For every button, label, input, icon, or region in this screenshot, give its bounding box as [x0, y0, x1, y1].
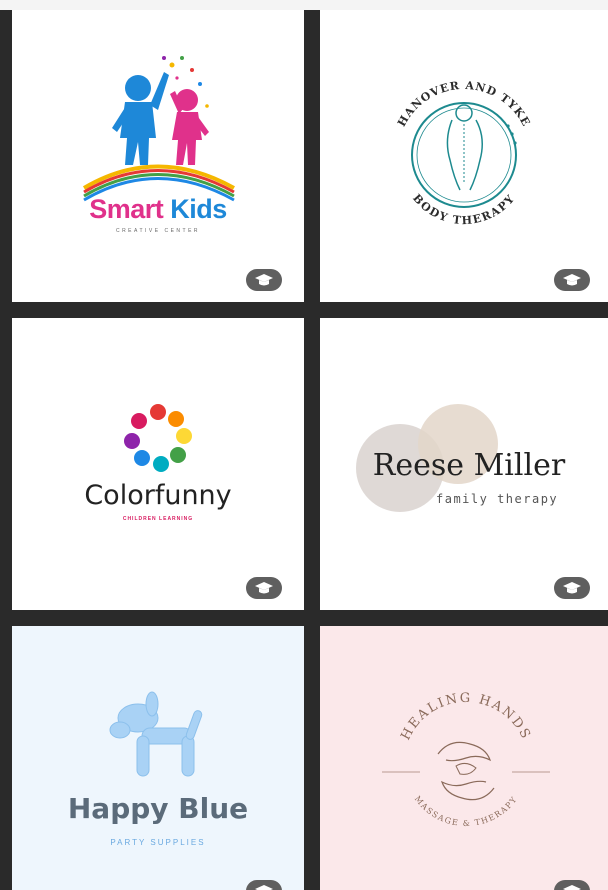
- colorfunny-tagline: CHILDREN LEARNING: [122, 516, 194, 522]
- smart-kids-brand: Smart Kids: [12, 194, 304, 225]
- hanover-bottom-arc: BODY THERAPY: [410, 192, 516, 228]
- graduation-cap-icon: [563, 582, 581, 594]
- course-badge[interactable]: [554, 880, 590, 890]
- healing-hands-arc-text: HEALING HANDS MASSAGE & THERAPY: [398, 691, 533, 828]
- template-card-reese-miller[interactable]: Reese Miller family therapy: [320, 318, 608, 610]
- top-strip: [0, 0, 608, 10]
- course-badge[interactable]: [554, 577, 590, 599]
- balloon-dog-icon: [109, 691, 203, 777]
- happy-blue-tagline: PARTY SUPPLIES: [110, 838, 206, 847]
- svg-text:HEALING HANDS: HEALING HANDS: [398, 691, 533, 743]
- template-card-happy-blue[interactable]: Happy Blue PARTY SUPPLIES: [12, 626, 304, 890]
- svg-text:MASSAGE & THERAPY: MASSAGE & THERAPY: [413, 794, 519, 828]
- course-badge[interactable]: [554, 269, 590, 291]
- smart-kids-brand-part1: Smart: [89, 194, 164, 224]
- svg-text:HANOVER AND TYKE: HANOVER AND TYKE: [395, 79, 533, 129]
- happy-blue-brand: Happy Blue: [67, 792, 249, 825]
- reese-miller-tagline: family therapy: [436, 492, 559, 506]
- course-badge[interactable]: [246, 880, 282, 890]
- template-card-colorfunny[interactable]: Colorfunny CHILDREN LEARNING: [12, 318, 304, 610]
- svg-text:BODY THERAPY: BODY THERAPY: [410, 192, 518, 228]
- graduation-cap-icon: [563, 885, 581, 890]
- graduation-cap-icon: [255, 274, 273, 286]
- template-card-smart-kids[interactable]: Smart Kids CREATIVE CENTER: [12, 10, 304, 302]
- reese-miller-brand: Reese Miller: [372, 448, 566, 483]
- template-card-healing-hands[interactable]: HEALING HANDS MASSAGE & THERAPY: [320, 626, 608, 890]
- colorfunny-brand: Colorfunny: [84, 480, 232, 511]
- graduation-cap-icon: [255, 582, 273, 594]
- smart-kids-tagline: CREATIVE CENTER: [115, 228, 201, 234]
- course-badge[interactable]: [246, 269, 282, 291]
- colorfunny-logo-icon: [124, 404, 192, 472]
- healing-hands-top-arc: HEALING HANDS: [398, 691, 531, 743]
- smart-kids-logo-icon: [82, 56, 235, 202]
- graduation-cap-icon: [563, 274, 581, 286]
- graduation-cap-icon: [255, 885, 273, 890]
- smart-kids-brand-part2: Kids: [170, 194, 227, 224]
- hanover-top-arc: HANOVER AND TYKE: [395, 79, 532, 129]
- healing-hands-bottom-arc: MASSAGE & THERAPY: [413, 794, 518, 828]
- hanover-arc-text: HANOVER AND TYKE BODY THERAPY: [395, 79, 533, 228]
- template-card-hanover-tyke[interactable]: HANOVER AND TYKE BODY THERAPY: [320, 10, 608, 302]
- course-badge[interactable]: [246, 577, 282, 599]
